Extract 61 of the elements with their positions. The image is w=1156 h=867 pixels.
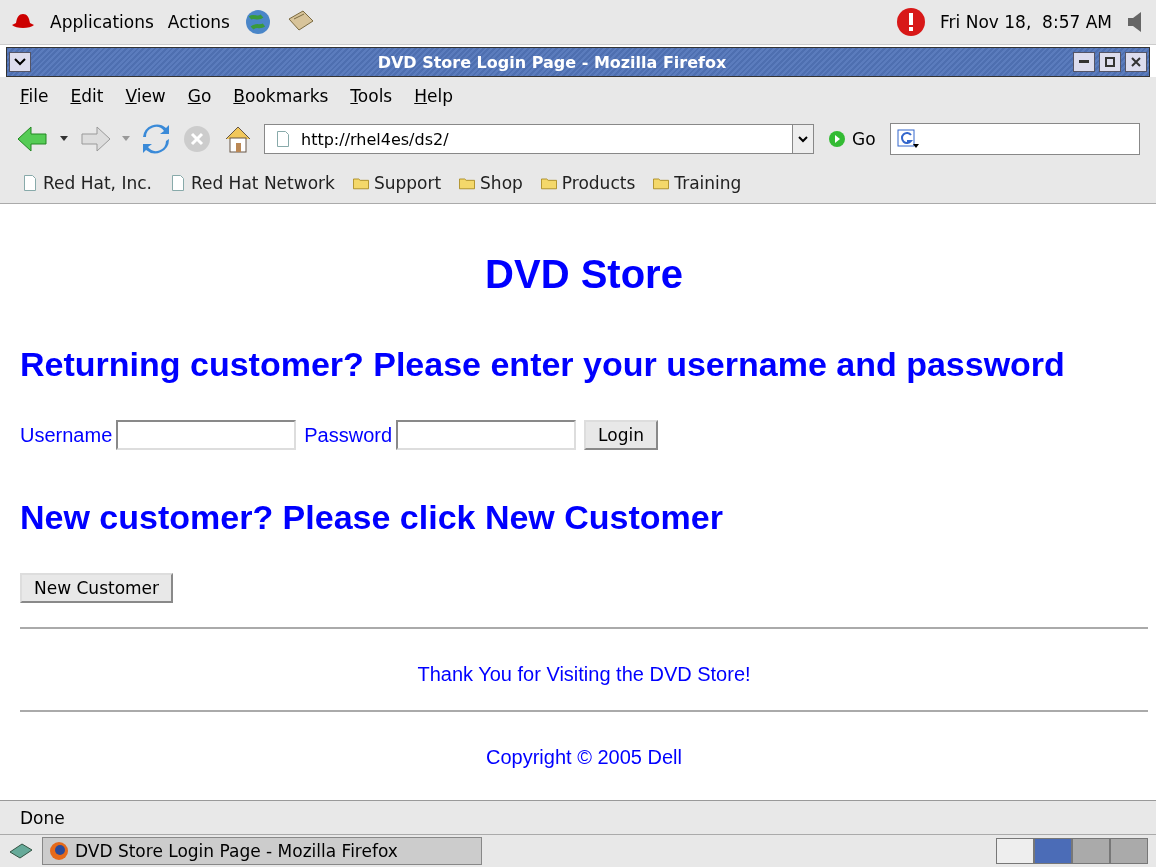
bookmark-item[interactable]: Support — [352, 173, 442, 193]
bookmark-item[interactable]: Red Hat, Inc. — [22, 173, 152, 193]
maximize-icon — [1105, 57, 1115, 67]
play-icon — [828, 130, 846, 148]
copyright-text: Copyright © 2005 Dell — [485, 746, 683, 769]
go-button[interactable]: Go — [824, 129, 880, 149]
alert-icon[interactable] — [896, 7, 927, 37]
close-icon — [1131, 57, 1141, 67]
url-field[interactable]: http://rhel4es/ds2/ — [264, 124, 814, 154]
bookmark-item[interactable]: Red Hat Network — [169, 173, 335, 193]
menu-item[interactable]: Edit — [70, 86, 104, 106]
menu-item[interactable]: Go — [187, 86, 212, 106]
workspace-button[interactable] — [1072, 838, 1110, 864]
caret-icon — [14, 58, 26, 66]
reload-icon[interactable] — [140, 123, 172, 155]
page-icon — [169, 175, 186, 191]
workspace-button[interactable] — [996, 838, 1034, 864]
window-title: DVD Store Login Page - Mozilla Firefox — [376, 52, 728, 72]
globe-icon[interactable] — [243, 8, 272, 36]
folder-icon — [352, 175, 369, 191]
minimize-button[interactable] — [1073, 52, 1095, 72]
menu-item[interactable]: Bookmarks — [233, 86, 329, 106]
taskbar-button[interactable]: DVD Store Login Page - Mozilla Firefox — [42, 837, 482, 865]
folder-icon — [459, 175, 476, 191]
username-field[interactable] — [116, 420, 297, 450]
dropdown-icon[interactable] — [798, 135, 808, 143]
menu-item[interactable]: Help — [414, 86, 453, 106]
folder-icon — [653, 175, 670, 191]
hat-icon[interactable] — [10, 13, 36, 31]
dropdown-icon[interactable] — [60, 136, 68, 142]
username-label: Username — [20, 423, 113, 447]
window-menu-button[interactable] — [9, 52, 31, 72]
page-icon — [22, 175, 38, 191]
menu-item[interactable]: File — [20, 86, 49, 106]
close-button[interactable] — [1125, 52, 1147, 72]
section-heading: New customer? Please click New Customer — [20, 498, 724, 537]
thanks-text: Thank You for Visiting the DVD Store! — [416, 663, 752, 686]
maximize-button[interactable] — [1099, 52, 1121, 72]
panel-menu[interactable]: Applications — [50, 12, 154, 32]
password-label: Password — [304, 423, 393, 447]
folder-icon — [540, 175, 557, 191]
clock[interactable]: Fri Nov 18, 8:57 AM — [940, 12, 1112, 32]
workspace-button[interactable] — [1110, 838, 1148, 864]
search-engine-icon — [896, 129, 919, 149]
section-heading: Returning customer? Please enter your username and password — [20, 345, 1066, 384]
browser-icon — [49, 841, 69, 861]
menu-item[interactable]: View — [125, 86, 166, 106]
password-field[interactable] — [396, 420, 577, 450]
bookmark-item[interactable]: Products — [540, 173, 636, 193]
bookmark-item[interactable]: Shop — [459, 173, 523, 193]
login-button[interactable]: Login — [584, 420, 658, 450]
status-text: Done — [20, 807, 65, 828]
bookmark-item[interactable]: Training — [653, 173, 742, 193]
menu-item[interactable]: Tools — [350, 86, 393, 106]
panel-menu[interactable]: Actions — [167, 12, 230, 32]
back-icon[interactable] — [16, 125, 50, 153]
page-icon — [275, 131, 291, 147]
page-title: DVD Store — [484, 252, 684, 297]
new-customer-button[interactable]: New Customer — [20, 573, 174, 603]
search-field[interactable] — [889, 123, 1140, 155]
minimize-icon — [1079, 60, 1089, 64]
